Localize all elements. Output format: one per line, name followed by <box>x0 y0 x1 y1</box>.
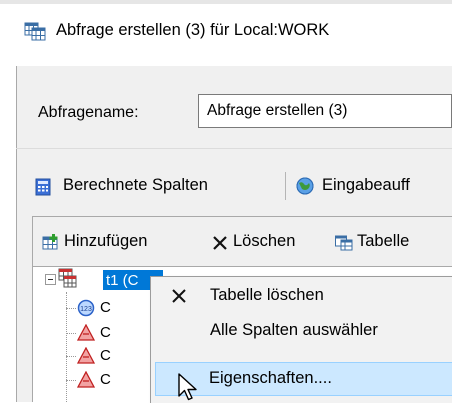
tree-line <box>66 356 76 357</box>
column-label[interactable]: C <box>100 324 111 341</box>
character-column-icon <box>77 347 95 364</box>
computed-columns-button[interactable]: Berechnete Spalten <box>34 174 274 200</box>
character-column-icon <box>77 371 95 388</box>
divider <box>16 148 452 149</box>
computed-columns-label: Berechnete Spalten <box>63 176 208 194</box>
x-icon <box>213 236 227 250</box>
tree-collapse-toggle[interactable] <box>45 274 56 285</box>
character-column-icon <box>77 324 95 341</box>
delete-x-icon <box>172 289 186 303</box>
add-table-icon <box>42 234 58 250</box>
tables-button[interactable]: Tabelle <box>335 230 452 256</box>
toolbar-separator <box>285 172 286 200</box>
numeric-column-icon: 123 <box>77 299 95 317</box>
query-name-label: Abfragename: <box>38 104 139 121</box>
menu-item-label: Tabelle löschen <box>210 286 324 304</box>
menu-item-label: Eigenschaften.... <box>209 369 332 387</box>
mouse-pointer-icon <box>178 373 197 401</box>
tables-icon <box>335 235 353 251</box>
add-label: Hinzufügen <box>64 232 148 250</box>
column-label[interactable]: C <box>100 371 111 388</box>
delete-button[interactable]: Löschen <box>211 230 327 256</box>
prompts-button[interactable]: Eingabeauff <box>296 174 452 200</box>
calculator-icon <box>35 178 51 196</box>
column-label[interactable]: C <box>100 347 111 364</box>
globe-icon <box>296 177 314 195</box>
svg-text:123: 123 <box>80 306 92 313</box>
add-button[interactable]: Hinzufügen <box>42 230 200 256</box>
tree-line <box>66 333 76 334</box>
menu-item-label: Alle Spalten auswähler <box>210 321 378 339</box>
tree-line <box>66 380 76 381</box>
menu-item-delete-table[interactable]: Tabelle löschen <box>151 279 452 313</box>
window-title: Abfrage erstellen (3) für Local:WORK <box>56 21 330 39</box>
delete-label: Löschen <box>233 232 296 250</box>
query-name-input[interactable]: Abfrage erstellen (3) <box>198 94 452 128</box>
column-label[interactable]: C <box>100 299 111 316</box>
tables-label: Tabelle <box>357 232 410 250</box>
table-grid-icon <box>24 22 46 41</box>
prompts-label: Eingabeauff <box>322 176 410 194</box>
menu-item-select-all-columns[interactable]: Alle Spalten auswähler <box>151 314 452 348</box>
tree-node-label: t1 (C <box>106 272 139 289</box>
tree-line <box>66 308 76 309</box>
table-node-icon <box>58 268 77 288</box>
